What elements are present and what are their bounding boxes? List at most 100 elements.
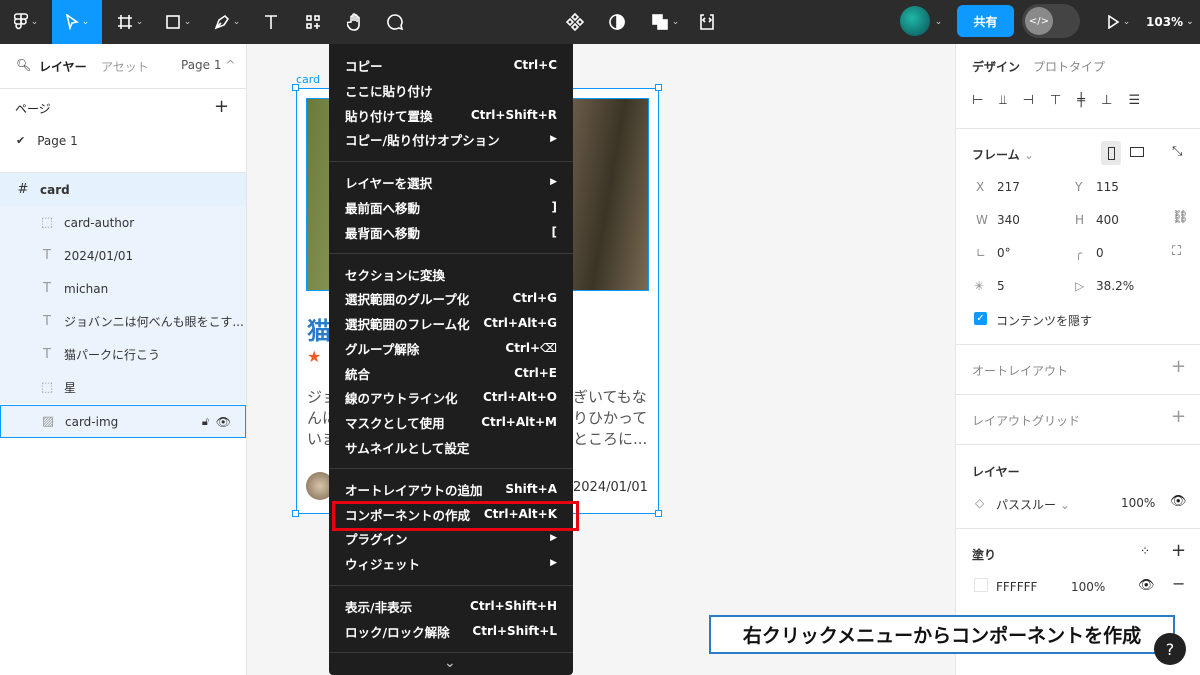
chevron-down-icon: ⌄ xyxy=(1023,148,1034,162)
style-grid-icon[interactable]: ⁘ xyxy=(1140,544,1150,558)
align-hcenter-icon[interactable]: ⫫ xyxy=(999,93,1006,108)
layer-row-card[interactable]: # card xyxy=(0,173,246,206)
remove-fill-icon[interactable]: − xyxy=(1172,574,1185,593)
menu-item-set-thumbnail[interactable]: サムネイルとして設定 xyxy=(329,435,573,459)
menu-item-copy[interactable]: コピー Ctrl+C xyxy=(329,53,573,77)
menu-item-copy-paste-options[interactable]: コピー/貼り付けオプション ▶ xyxy=(329,127,573,151)
move-tool-button[interactable]: ⌄ xyxy=(52,0,102,44)
menu-item-flatten[interactable]: 統合 Ctrl+E xyxy=(329,361,573,385)
h-input[interactable]: 400 xyxy=(1096,213,1119,227)
radius-input[interactable]: 0 xyxy=(1096,246,1104,260)
independent-corners-icon[interactable]: ⛶ xyxy=(1172,244,1181,259)
menu-item-send-back[interactable]: 最背面へ移動 [ xyxy=(329,220,573,244)
lock-icon[interactable]: 🔓︎ xyxy=(202,415,209,429)
tab-layers[interactable]: レイヤー xyxy=(39,58,87,75)
layer-row-card-author[interactable]: ⬚ card-author xyxy=(0,206,246,239)
count-input[interactable]: 5 xyxy=(997,279,1005,293)
share-button[interactable]: 共有 xyxy=(957,5,1014,37)
menu-item-paste-replace[interactable]: 貼り付けて置換 Ctrl+Shift+R xyxy=(329,103,573,127)
align-bottom-icon[interactable]: ⊥ xyxy=(1101,93,1112,108)
resize-handle[interactable] xyxy=(655,510,662,517)
y-input[interactable]: 115 xyxy=(1096,180,1119,194)
tab-prototype[interactable]: プロトタイプ xyxy=(1033,58,1105,75)
page-item[interactable]: ✔ Page 1 xyxy=(0,124,246,157)
menu-item-select-layer[interactable]: レイヤーを選択 ▶ xyxy=(329,170,573,194)
shape-tool-button[interactable]: ⌄ xyxy=(158,0,198,44)
align-right-icon[interactable]: ⊣ xyxy=(1023,93,1034,108)
menu-item-paste-here[interactable]: ここに貼り付け xyxy=(329,78,573,102)
menu-item-frame-selection[interactable]: 選択範囲のフレーム化 Ctrl+Alt+G xyxy=(329,311,573,335)
align-left-icon[interactable]: ⊢ xyxy=(972,93,983,108)
menu-item-show-hide[interactable]: 表示/非表示 Ctrl+Shift+H xyxy=(329,594,573,618)
distribute-icon[interactable]: ☰ xyxy=(1128,93,1140,108)
align-top-icon[interactable]: ⊤ xyxy=(1050,93,1061,108)
user-avatar[interactable] xyxy=(900,6,930,36)
portrait-button[interactable] xyxy=(1101,141,1121,165)
search-icon[interactable]: 🔍︎ xyxy=(16,58,31,72)
boolean-button[interactable]: ⌄ xyxy=(644,0,686,44)
dev-mode-toggle[interactable]: </> xyxy=(1022,4,1080,38)
rotation-input[interactable]: 0° xyxy=(997,246,1011,260)
layer-row-author-name[interactable]: Tmichan xyxy=(0,272,246,305)
menu-item-add-autolayout[interactable]: オートレイアウトの追加 Shift+A xyxy=(329,477,573,501)
add-page-icon[interactable]: + xyxy=(214,96,229,117)
layer-opacity-input[interactable]: 100% xyxy=(1121,496,1155,510)
fill-swatch[interactable] xyxy=(974,578,988,592)
clip-content-checkbox[interactable]: ✓ xyxy=(974,312,987,325)
menu-item-ungroup[interactable]: グループ解除 Ctrl+⌫ xyxy=(329,336,573,360)
layer-row-date[interactable]: T 2024/01/01 xyxy=(0,239,246,272)
align-vcenter-icon[interactable]: ╪ xyxy=(1077,93,1085,108)
comment-tool-button[interactable] xyxy=(380,0,410,44)
fill-opacity-input[interactable]: 100% xyxy=(1071,580,1105,594)
component-button[interactable] xyxy=(560,0,590,44)
eye-icon[interactable]: 👁︎ xyxy=(1170,494,1187,509)
pen-tool-button[interactable]: ⌄ xyxy=(206,0,248,44)
layer-row-card-img[interactable]: ▨ card-img 🔓︎ 👁︎ xyxy=(0,405,246,438)
dev-code-button[interactable] xyxy=(692,0,722,44)
layer-row-body[interactable]: T ジョバンニは何べんも眼をこす... xyxy=(0,305,246,338)
avatar-chevron-icon[interactable]: ⌄ xyxy=(930,0,944,44)
add-layoutgrid-icon[interactable]: + xyxy=(1171,406,1186,427)
layer-row-stars[interactable]: ⬚ 星 xyxy=(0,371,246,404)
page-selector[interactable]: Page 1 ^ xyxy=(181,58,235,72)
layer-label: 猫パークに行こう xyxy=(64,348,161,362)
add-autolayout-icon[interactable]: + xyxy=(1171,356,1186,377)
frame-tool-button[interactable]: ⌄ xyxy=(110,0,150,44)
frame-name-label[interactable]: card xyxy=(296,73,320,86)
resize-handle[interactable] xyxy=(292,510,299,517)
add-fill-icon[interactable]: + xyxy=(1171,540,1186,561)
frame-section-label[interactable]: フレーム ⌄ xyxy=(972,146,1034,163)
menu-item-use-as-mask[interactable]: マスクとして使用 Ctrl+Alt+M xyxy=(329,410,573,434)
help-icon[interactable]: ? xyxy=(1154,633,1186,665)
menu-item-lock-unlock[interactable]: ロック/ロック解除 Ctrl+Shift+L xyxy=(329,619,573,643)
menu-scroll-down-icon[interactable]: ⌄ xyxy=(444,655,456,671)
eye-icon[interactable]: 👁︎ xyxy=(216,415,231,429)
layer-row-title[interactable]: T 猫パークに行こう xyxy=(0,338,246,371)
fill-hex-input[interactable]: FFFFFF xyxy=(996,580,1037,594)
resize-handle[interactable] xyxy=(655,84,662,91)
present-button[interactable]: ⌄ xyxy=(1098,0,1138,44)
landscape-icon[interactable] xyxy=(1130,147,1144,157)
fill-eye-icon[interactable]: 👁︎ xyxy=(1138,578,1155,593)
tab-design[interactable]: デザイン xyxy=(972,58,1020,75)
main-menu-button[interactable]: ⌄ xyxy=(6,0,46,44)
resources-button[interactable] xyxy=(298,0,328,44)
w-input[interactable]: 340 xyxy=(997,213,1020,227)
zoom-control[interactable]: 103% ⌄ xyxy=(1146,0,1194,44)
blend-mode-select[interactable]: パススルー ⌄ xyxy=(996,496,1070,513)
menu-item-group[interactable]: 選択範囲のグループ化 Ctrl+G xyxy=(329,286,573,310)
hand-tool-button[interactable] xyxy=(340,0,370,44)
x-input[interactable]: 217 xyxy=(997,180,1020,194)
resize-handle[interactable] xyxy=(292,84,299,91)
menu-item-bring-front[interactable]: 最前面へ移動] xyxy=(329,195,573,219)
text-tool-button[interactable] xyxy=(256,0,286,44)
menu-item-convert-section[interactable]: セクションに変換 xyxy=(329,262,573,286)
menu-item-widgets[interactable]: ウィジェット ▶ xyxy=(329,551,573,575)
resize-to-fit-icon[interactable]: ⤡ xyxy=(1172,144,1182,159)
tab-assets[interactable]: アセット xyxy=(101,58,149,75)
constrain-proportions-icon[interactable]: ⛓︎ xyxy=(1172,210,1189,225)
menu-item-outline-stroke[interactable]: 線のアウトライン化 Ctrl+Alt+O xyxy=(329,385,573,409)
ratio-input[interactable]: 38.2% xyxy=(1096,279,1134,293)
component-icon xyxy=(566,13,584,31)
mask-button[interactable] xyxy=(602,0,632,44)
